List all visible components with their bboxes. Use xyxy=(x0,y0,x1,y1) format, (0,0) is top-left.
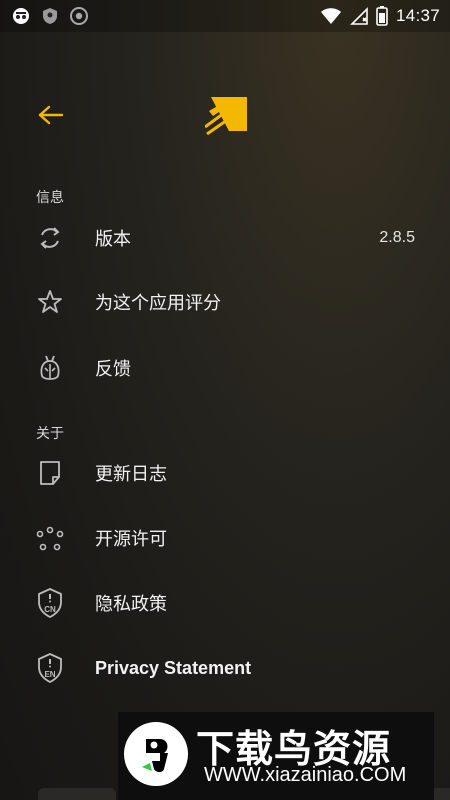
about-screen: 14:37 信息 版本 2.8.5 为这个应用评分 反馈 关于 更新日志 开源许… xyxy=(0,0,450,800)
watermark-url: WWW.xiazainiao.COM xyxy=(204,764,407,786)
back-button[interactable] xyxy=(34,100,68,130)
bottom-card-edge xyxy=(38,788,116,800)
changelog-label: 更新日志 xyxy=(95,464,167,485)
rate-app-label: 为这个应用评分 xyxy=(95,293,221,314)
version-label: 版本 xyxy=(95,229,131,250)
privacy-policy-cn-item[interactable]: CN 隐私政策 xyxy=(0,573,450,633)
open-source-label: 开源许可 xyxy=(95,529,167,550)
privacy-policy-cn-label: 隐私政策 xyxy=(95,594,167,615)
arrow-left-icon xyxy=(38,105,64,125)
privacy-en-badge: EN xyxy=(44,670,55,679)
status-bar: 14:37 xyxy=(0,0,450,32)
privacy-en-icon: EN xyxy=(36,653,64,683)
note-icon xyxy=(36,459,64,487)
version-value: 2.8.5 xyxy=(379,229,415,246)
battery-icon xyxy=(376,6,388,26)
no-sim-icon xyxy=(350,7,368,25)
rate-app-item[interactable]: 为这个应用评分 xyxy=(0,272,450,332)
bug-icon xyxy=(36,354,64,382)
privacy-statement-en-item[interactable]: EN Privacy Statement xyxy=(0,638,450,698)
incognito-icon xyxy=(12,7,30,25)
wifi-icon xyxy=(320,7,342,25)
feedback-label: 反馈 xyxy=(95,359,131,380)
open-source-icon xyxy=(36,524,64,552)
refresh-icon xyxy=(36,224,64,252)
privacy-statement-en-label: Privacy Statement xyxy=(95,657,252,678)
shield-notification-icon xyxy=(42,7,58,25)
changelog-item[interactable]: 更新日志 xyxy=(0,443,450,503)
app-logo-icon xyxy=(204,97,247,136)
section-header-about: 关于 xyxy=(36,426,64,442)
status-time: 14:37 xyxy=(395,6,440,25)
watermark-banner: 下载鸟资源 WWW.xiazainiao.COM xyxy=(118,712,434,800)
watermark-bird-logo-icon xyxy=(124,722,188,786)
section-header-info: 信息 xyxy=(36,190,64,206)
privacy-cn-icon: CN xyxy=(36,588,64,618)
feedback-item[interactable]: 反馈 xyxy=(0,338,450,398)
chrome-icon xyxy=(70,7,88,25)
version-item[interactable]: 版本 2.8.5 xyxy=(0,208,450,268)
star-icon xyxy=(36,288,64,316)
privacy-cn-badge: CN xyxy=(44,605,56,614)
open-source-item[interactable]: 开源许可 xyxy=(0,508,450,568)
